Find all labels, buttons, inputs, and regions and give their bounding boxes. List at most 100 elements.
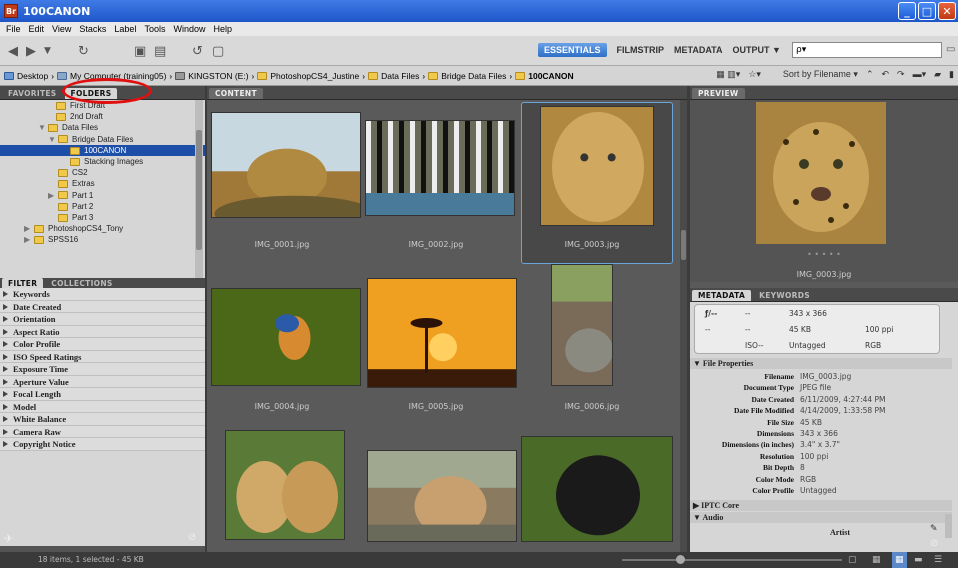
rotate-right-icon[interactable]: ↷: [897, 69, 905, 80]
preview-image[interactable]: [756, 102, 886, 244]
pin-icon[interactable]: ✈: [4, 532, 13, 545]
filter-item[interactable]: Exposure Time: [0, 363, 205, 376]
menu-window[interactable]: Window: [173, 24, 205, 34]
reveal-recent-icon[interactable]: ↻: [78, 44, 89, 59]
filter-item[interactable]: Aperture Value: [0, 375, 205, 388]
folder-tree-item[interactable]: 2nd Draft: [0, 111, 205, 122]
iptc-core-header[interactable]: ▶ IPTC Core: [690, 500, 952, 511]
folder-tree-scrollbar[interactable]: [195, 100, 203, 278]
tab-preview[interactable]: PREVIEW: [692, 88, 745, 99]
content-scrollbar[interactable]: [680, 100, 687, 552]
file-property-value[interactable]: 100 ppi: [800, 452, 828, 463]
lion-photo[interactable]: [211, 112, 361, 218]
breadcrumb-photoshopcs4-justine[interactable]: PhotoshopCS4_Justine: [270, 71, 359, 81]
open-recent-icon[interactable]: ▢: [212, 44, 224, 59]
expand-arrow-icon[interactable]: ▶: [24, 234, 34, 245]
menu-stacks[interactable]: Stacks: [79, 24, 106, 34]
rotate-left-icon[interactable]: ↶: [882, 69, 890, 80]
view-details-icon[interactable]: ▬: [914, 552, 923, 568]
folder-tree-item[interactable]: ▼ Data Files: [0, 122, 205, 133]
folder-tree-item[interactable]: ▼ Bridge Data Files: [0, 134, 205, 145]
file-property-value[interactable]: 3.4" x 3.7": [800, 440, 840, 451]
tab-favorites[interactable]: FAVORITES: [2, 88, 63, 99]
filter-item[interactable]: Date Created: [0, 300, 205, 313]
lock-thumbnail-grid-icon[interactable]: ▢: [848, 552, 857, 568]
filter-item[interactable]: Model: [0, 400, 205, 413]
folder-tree-item[interactable]: 100CANON: [0, 144, 205, 156]
menu-help[interactable]: Help: [213, 24, 232, 34]
menu-edit[interactable]: Edit: [29, 24, 45, 34]
folder-tree-item[interactable]: Extras: [0, 178, 205, 189]
filter-item[interactable]: ISO Speed Ratings: [0, 350, 205, 363]
rhino-photo[interactable]: [551, 264, 613, 386]
expand-arrow-icon[interactable]: ▶: [24, 223, 34, 234]
metadata-clear-icon[interactable]: ⊘: [930, 538, 938, 549]
preview-rating-dots[interactable]: • • • • •: [690, 250, 958, 259]
expand-arrow-icon[interactable]: ▼: [38, 122, 48, 133]
file-property-value[interactable]: RGB: [800, 475, 816, 486]
thumbnail-filename[interactable]: IMG_0004.jpg: [207, 402, 357, 411]
thumbnail-quality-icon[interactable]: ▦ ▥▾: [716, 69, 740, 80]
file-property-value[interactable]: 4/14/2009, 1:33:58 PM: [800, 406, 886, 417]
thumbnail-filename[interactable]: IMG_0001.jpg: [207, 240, 357, 249]
breadcrumb-desktop[interactable]: Desktop: [17, 71, 48, 81]
menu-tools[interactable]: Tools: [144, 24, 165, 34]
rotate-icon[interactable]: ↺: [192, 44, 203, 59]
audio-header[interactable]: ▼ Audio: [690, 512, 952, 523]
filter-item[interactable]: Copyright Notice: [0, 438, 205, 451]
metadata-scrollbar[interactable]: [945, 514, 952, 538]
folder-tree-item[interactable]: ▶ Part 1: [0, 190, 205, 201]
forward-arrow-icon[interactable]: ▶: [26, 44, 36, 59]
open-recent-folder-icon[interactable]: ▬▾: [913, 69, 927, 80]
file-property-value[interactable]: 6/11/2009, 4:27:44 PM: [800, 395, 886, 406]
expand-arrow-icon[interactable]: ▼: [48, 134, 58, 145]
history-dropdown-icon[interactable]: ▼: [44, 46, 51, 56]
workspace-filmstrip[interactable]: FILMSTRIP: [617, 43, 665, 57]
thumbnail-filename[interactable]: IMG_0005.jpg: [361, 402, 511, 411]
menu-view[interactable]: View: [52, 24, 71, 34]
search-input[interactable]: ρ▾: [792, 42, 942, 58]
close-button[interactable]: ✕: [938, 2, 956, 20]
filter-item[interactable]: Camera Raw: [0, 425, 205, 438]
edit-pencil-icon[interactable]: ✎: [930, 524, 938, 534]
thumbnail-filename[interactable]: IMG_0003.jpg: [517, 240, 667, 249]
workspace-output[interactable]: OUTPUT ▼: [733, 43, 781, 57]
kingfisher-photo[interactable]: [211, 288, 361, 386]
file-property-value[interactable]: Untagged: [800, 486, 837, 497]
breadcrumb-my-computer[interactable]: My Computer (training05): [70, 71, 166, 81]
thumbnail-filename[interactable]: IMG_0002.jpg: [361, 240, 511, 249]
view-grid-icon[interactable]: ▦: [872, 552, 881, 568]
clear-filter-icon[interactable]: ⊘: [188, 532, 196, 543]
lion-cub-photo[interactable]: [367, 450, 517, 542]
cheetah-cubs-photo[interactable]: [225, 430, 345, 540]
file-property-value[interactable]: JPEG file: [800, 383, 831, 394]
new-folder-icon[interactable]: ▰: [934, 69, 941, 80]
tab-metadata[interactable]: METADATA: [692, 290, 752, 301]
filter-item[interactable]: Aspect Ratio: [0, 325, 205, 338]
folder-tree-item[interactable]: Stacking Images: [0, 156, 205, 167]
minimize-button[interactable]: _: [898, 2, 916, 20]
filter-item[interactable]: Focal Length: [0, 388, 205, 401]
workspace-essentials[interactable]: ESSENTIALS: [538, 43, 607, 57]
tab-keywords[interactable]: KEYWORDS: [753, 290, 816, 301]
filter-item[interactable]: White Balance: [0, 413, 205, 426]
file-properties-header[interactable]: ▼ File Properties: [690, 358, 952, 369]
view-list-icon[interactable]: ☰: [934, 552, 942, 568]
filter-item[interactable]: Keywords: [0, 288, 205, 301]
delete-icon[interactable]: ▮: [949, 69, 954, 80]
maximize-button[interactable]: □: [918, 2, 936, 20]
sunset-giraffe-photo[interactable]: [367, 278, 517, 388]
breadcrumb-data-files[interactable]: Data Files: [381, 71, 419, 81]
tab-content[interactable]: CONTENT: [209, 88, 263, 99]
folder-tree-item[interactable]: ▶ SPSS16: [0, 234, 205, 245]
file-property-value[interactable]: 45 KB: [800, 418, 822, 429]
folder-tree-item[interactable]: First Draft: [0, 100, 205, 111]
rating-filter-icon[interactable]: ☆▾: [748, 69, 761, 80]
zebras-photo[interactable]: [365, 120, 515, 216]
leopard-photo[interactable]: [540, 106, 654, 226]
expand-arrow-icon[interactable]: ▶: [48, 190, 58, 201]
folder-tree-item[interactable]: CS2: [0, 167, 205, 178]
filter-item[interactable]: Orientation: [0, 313, 205, 326]
refine-icon[interactable]: ▤: [154, 44, 166, 59]
back-arrow-icon[interactable]: ◀: [8, 44, 18, 59]
